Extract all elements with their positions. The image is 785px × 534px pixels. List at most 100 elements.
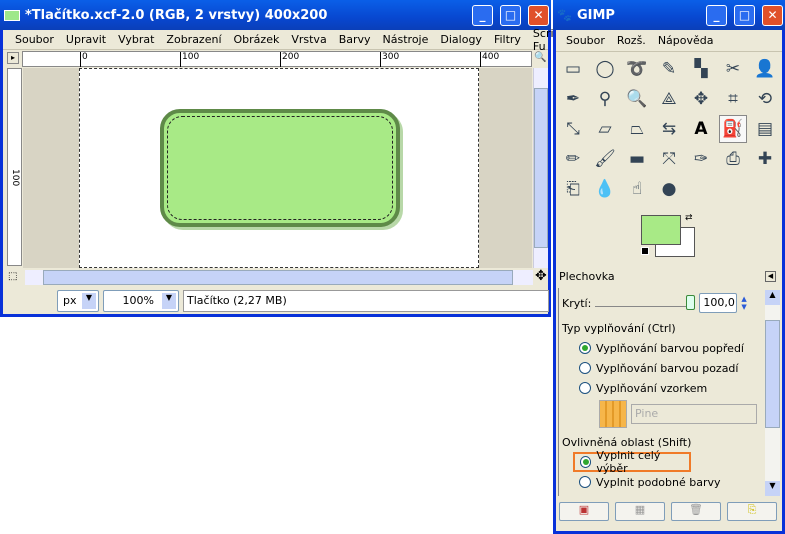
color-select-tool-icon[interactable]: ▚ — [687, 55, 715, 83]
menu-item[interactable]: Soubor — [9, 33, 60, 46]
menu-item[interactable]: Filtry — [488, 33, 527, 46]
menu-item[interactable]: Vrstva — [285, 33, 332, 46]
zoom-select[interactable]: 100% ▼ — [103, 290, 179, 312]
paths-tool-icon[interactable]: ✒ — [559, 85, 587, 113]
color-picker-tool-icon[interactable]: ⚲ — [591, 85, 619, 113]
fuzzy-select-tool-icon[interactable]: ✎ — [655, 55, 683, 83]
color-area[interactable]: ⇄ — [641, 213, 701, 260]
radio-option[interactable]: Vyplňování vzorkem — [559, 378, 764, 398]
blend-tool-icon[interactable]: ▤ — [751, 115, 779, 143]
radio-button[interactable] — [579, 476, 591, 488]
maximize-button[interactable]: □ — [734, 4, 755, 26]
menu-item[interactable]: Soubor — [560, 34, 611, 47]
minimize-button[interactable]: _ — [472, 4, 493, 26]
toolbox-title-bar[interactable]: 🐾 GIMP _ □ ✕ — [553, 0, 785, 30]
text-tool-icon[interactable]: A — [687, 115, 715, 143]
options-scrollbar[interactable]: ▲ ▼ — [765, 290, 780, 496]
radio-label: Vyplňování barvou popředí — [596, 341, 744, 355]
save-options-button[interactable]: ▣ — [559, 502, 609, 521]
reset-options-button[interactable]: ⎘ — [727, 502, 777, 521]
pattern-name-field[interactable]: Pine — [631, 404, 757, 424]
minimize-button[interactable]: _ — [706, 4, 727, 26]
radio-option[interactable]: Vyplňování barvou popředí — [559, 338, 764, 358]
menu-item[interactable]: Vybrat — [112, 33, 160, 46]
move-tool-icon[interactable]: ✥ — [687, 85, 715, 113]
ruler-label: 300 — [380, 52, 399, 67]
menu-item[interactable]: Obrázek — [228, 33, 286, 46]
paintbrush-tool-icon[interactable]: 🖌 — [591, 145, 619, 173]
menu-item[interactable]: Rozš. — [611, 34, 652, 47]
opacity-input[interactable]: 100,0 — [699, 293, 738, 313]
maximize-button[interactable]: □ — [500, 4, 521, 26]
unit-select[interactable]: px ▼ — [57, 290, 99, 312]
radio-option[interactable]: Vyplnit celý výběr — [573, 449, 691, 475]
bucket-fill-tool-icon[interactable]: ⛽ — [719, 115, 747, 143]
close-button[interactable]: ✕ — [762, 4, 783, 26]
clone-tool-icon[interactable]: ⎙ — [719, 145, 747, 173]
menu-item[interactable]: Nápověda — [652, 34, 720, 47]
ink-tool-icon[interactable]: ✑ — [687, 145, 715, 173]
ruler-label: 100 — [180, 52, 199, 67]
title-bar[interactable]: *Tlačítko.xcf-2.0 (RGB, 2 vrstvy) 400x20… — [0, 0, 551, 30]
close-button[interactable]: ✕ — [528, 4, 549, 26]
quick-mask-icon[interactable]: ⬚ — [8, 271, 17, 282]
dodge-burn-tool-icon[interactable]: ● — [655, 175, 683, 203]
menu-item[interactable]: Zobrazení — [160, 33, 227, 46]
button-shape — [160, 109, 400, 227]
pencil-tool-icon[interactable]: ✏ — [559, 145, 587, 173]
foreground-color-swatch[interactable] — [641, 215, 681, 245]
vruler-label: 100 — [10, 169, 20, 187]
menu-item[interactable]: Upravit — [60, 33, 112, 46]
radio-label: Vyplnit celý výběr — [596, 449, 661, 475]
restore-options-button[interactable]: ▦ — [615, 502, 665, 521]
radio-button[interactable] — [579, 382, 591, 394]
canvas-area[interactable] — [23, 68, 532, 268]
smudge-tool-icon[interactable]: ☝ — [623, 175, 651, 203]
zoom-toggle-icon[interactable]: 🔍 — [534, 52, 546, 63]
radio-button[interactable] — [579, 362, 591, 374]
swap-colors-icon[interactable]: ⇄ — [685, 213, 693, 223]
opacity-value: 100,0 — [703, 296, 735, 309]
tab-menu-button[interactable]: ◀ — [765, 271, 776, 282]
horizontal-ruler: 0 100 200 300 400 — [22, 51, 532, 67]
perspective-clone-tool-icon[interactable]: ⎗ — [559, 175, 587, 203]
radio-option[interactable]: Vyplnit podobné barvy — [559, 472, 764, 492]
menu-item[interactable]: Barvy — [333, 33, 377, 46]
scissors-tool-icon[interactable]: ✂ — [719, 55, 747, 83]
status-text: Tlačítko (2,27 MB) — [187, 294, 287, 307]
radio-button[interactable] — [579, 342, 591, 354]
horizontal-scrollbar[interactable] — [25, 270, 533, 285]
radio-option[interactable]: Vyplňování barvou pozadí — [559, 358, 764, 378]
opacity-slider[interactable] — [595, 293, 696, 310]
eraser-tool-icon[interactable]: ▬ — [623, 145, 651, 173]
rect-select-tool-icon[interactable]: ▭ — [559, 55, 587, 83]
heal-tool-icon[interactable]: ✚ — [751, 145, 779, 173]
flip-tool-icon[interactable]: ⇆ — [655, 115, 683, 143]
ellipse-select-tool-icon[interactable]: ◯ — [591, 55, 619, 83]
free-select-tool-icon[interactable]: ➰ — [623, 55, 651, 83]
vertical-scrollbar[interactable] — [533, 68, 548, 268]
rotate-tool-icon[interactable]: ⟲ — [751, 85, 779, 113]
blur-tool-icon[interactable]: 💧 — [591, 175, 619, 203]
image-canvas[interactable] — [79, 68, 479, 268]
zoom-tool-icon[interactable]: 🔍 — [623, 85, 651, 113]
radio-button[interactable] — [580, 456, 592, 468]
image-window: *Tlačítko.xcf-2.0 (RGB, 2 vrstvy) 400x20… — [0, 0, 569, 317]
airbrush-tool-icon[interactable]: ⤧ — [655, 145, 683, 173]
measure-tool-icon[interactable]: ⟁ — [655, 85, 683, 113]
navigate-icon[interactable]: ✥ — [535, 268, 547, 284]
menu-bar: Soubor Upravit Vybrat Zobrazení Obrázek Vrstv… — [3, 27, 569, 53]
perspective-tool-icon[interactable]: ⏢ — [623, 115, 651, 143]
opacity-spin[interactable]: ▲ ▼ — [741, 295, 746, 311]
ruler-menu-button[interactable]: ▸ — [7, 52, 19, 64]
default-colors-icon[interactable] — [641, 247, 649, 255]
pattern-preview[interactable] — [599, 400, 627, 428]
foreground-select-tool-icon[interactable]: 👤 — [751, 55, 779, 83]
slider-handle[interactable] — [686, 295, 696, 310]
scale-tool-icon[interactable]: ⤡ — [559, 115, 587, 143]
menu-item[interactable]: Dialogy — [434, 33, 488, 46]
shear-tool-icon[interactable]: ▱ — [591, 115, 619, 143]
delete-options-button[interactable]: 🗑 — [671, 502, 721, 521]
menu-item[interactable]: Nástroje — [377, 33, 435, 46]
crop-tool-icon[interactable]: ⌗ — [719, 85, 747, 113]
